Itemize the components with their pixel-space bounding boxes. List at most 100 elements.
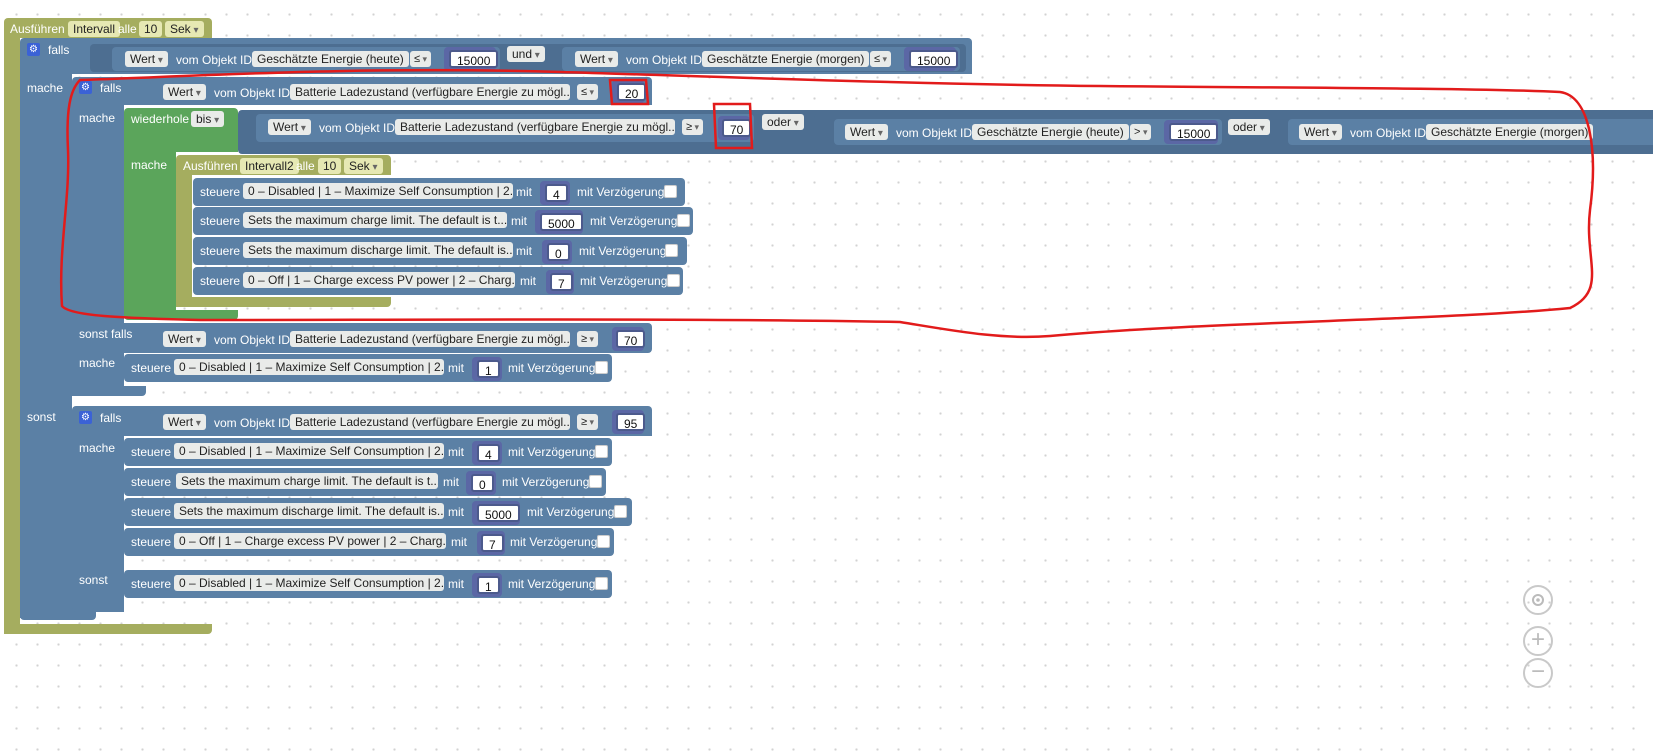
target-icon[interactable] [1523,585,1553,615]
number-field[interactable]: 1 [477,360,500,378]
repeat-bottom [124,310,238,320]
object-id-field[interactable]: Geschätzte Energie (morgen) [702,51,870,67]
inner-interval-value[interactable]: 10 [318,158,342,174]
object-id-field[interactable]: Batterie Ladezustand (verfügbare Energie… [395,119,675,135]
gear-icon[interactable]: ⚙ [79,81,92,94]
steuere-label: steuere [131,475,172,489]
number-field[interactable]: 4 [545,184,568,202]
number-field[interactable]: 20 [617,83,647,101]
compare-dropdown[interactable]: > [1130,124,1152,140]
delay-label: mit Verzögerung [508,445,596,459]
delay-checkbox[interactable] [667,274,680,287]
steuere-label: steuere [200,214,241,228]
delay-checkbox[interactable] [664,185,677,198]
compare-dropdown[interactable]: ≤ [870,51,892,67]
inner-unit-dropdown[interactable]: Sek [344,158,383,174]
control-target-field[interactable]: 0 – Disabled | 1 – Maximize Self Consump… [174,359,444,375]
steuere-label: steuere [131,361,172,375]
object-id-field[interactable]: Batterie Ladezustand (verfügbare Energie… [290,84,570,100]
number-field[interactable]: 5000 [477,504,520,522]
outer-title: Ausführen [10,22,65,36]
delay-label: mit Verzögerung [579,244,667,258]
outer-interval-left-bar [4,36,20,634]
number-field[interactable]: 70 [722,119,752,137]
number-field[interactable]: 70 [616,330,646,348]
number-field[interactable]: 5000 [540,213,583,231]
control-target-field[interactable]: 0 – Off | 1 – Charge excess PV power | 2… [243,272,515,288]
delay-label: mit Verzögerung [527,505,615,519]
number-field[interactable]: 15000 [909,50,959,68]
steuere-label: steuere [131,577,172,591]
number-field[interactable]: 0 [471,474,494,492]
repeat-label: wiederhole [131,112,190,126]
zoom-in-icon[interactable]: + [1523,626,1553,656]
until-dropdown[interactable]: bis [191,111,225,127]
or-dropdown[interactable]: oder [1228,119,1270,135]
control-target-field[interactable]: Sets the maximum charge limit. The defau… [176,473,438,489]
control-target-field[interactable]: 0 – Disabled | 1 – Maximize Self Consump… [174,575,444,591]
number-field[interactable]: 1 [477,576,500,594]
delay-checkbox[interactable] [665,244,678,257]
number-field[interactable]: 7 [550,273,573,291]
delay-checkbox[interactable] [595,577,608,590]
object-id-field[interactable]: Batterie Ladezustand (verfügbare Energie… [290,331,570,347]
mache-label: mache [79,111,116,125]
compare-dropdown[interactable]: ≥ [577,414,599,430]
mit-label: mit [516,185,532,199]
wert-dropdown[interactable]: Wert [845,124,888,140]
number-field[interactable]: 15000 [449,50,499,68]
steuere-label: steuere [200,185,241,199]
number-field[interactable]: 0 [547,243,570,261]
gear-icon[interactable]: ⚙ [27,43,40,56]
wert-dropdown[interactable]: Wert [163,84,206,100]
mache-label: mache [79,356,116,370]
steuere-label: steuere [200,274,241,288]
control-target-field[interactable]: 0 – Disabled | 1 – Maximize Self Consump… [174,443,444,459]
number-field[interactable]: 7 [481,534,504,552]
delay-checkbox[interactable] [614,505,627,518]
outer-interval-value[interactable]: 10 [139,21,163,37]
delay-checkbox[interactable] [595,445,608,458]
control-target-field[interactable]: 0 – Off | 1 – Charge excess PV power | 2… [174,533,446,549]
control-target-field[interactable]: 0 – Disabled | 1 – Maximize Self Consump… [243,183,513,199]
wert-dropdown[interactable]: Wert [1299,124,1342,140]
steuere-label: steuere [131,505,172,519]
steuere-label: steuere [131,445,172,459]
object-id-field[interactable]: Batterie Ladezustand (verfügbare Energie… [290,414,570,430]
control-target-field[interactable]: Sets the maximum charge limit. The defau… [243,212,507,228]
control-target-field[interactable]: Sets the maximum discharge limit. The de… [243,242,513,258]
gear-icon[interactable]: ⚙ [79,411,92,424]
vom-label: vom Objekt ID [214,333,291,347]
control-target-field[interactable]: Sets the maximum discharge limit. The de… [174,503,444,519]
wert-dropdown[interactable]: Wert [268,119,311,135]
compare-dropdown[interactable]: ≥ [682,119,704,135]
number-field[interactable]: 15000 [1169,123,1219,141]
number-field[interactable]: 4 [477,444,500,462]
compare-dropdown[interactable]: ≤ [410,51,432,67]
delay-checkbox[interactable] [677,214,690,227]
and-dropdown[interactable]: und [507,46,545,62]
number-field[interactable]: 95 [616,413,646,431]
delay-checkbox[interactable] [589,475,602,488]
wert-dropdown[interactable]: Wert [163,331,206,347]
delay-checkbox[interactable] [595,361,608,374]
outer-unit-dropdown[interactable]: Sek [165,21,204,37]
delay-label: mit Verzögerung [590,214,678,228]
or-dropdown[interactable]: oder [762,114,804,130]
delay-checkbox[interactable] [597,535,610,548]
wert-dropdown[interactable]: Wert [163,414,206,430]
wert-dropdown[interactable]: Wert [125,51,168,67]
outer-interval-name[interactable]: Intervall [68,21,121,37]
object-id-field[interactable]: Geschätzte Energie (heute) [972,124,1129,140]
compare-dropdown[interactable]: ≥ [577,331,599,347]
vom-label: vom Objekt ID [319,121,396,135]
zoom-out-icon[interactable]: − [1523,658,1553,688]
compare-dropdown[interactable]: ≤ [577,84,599,100]
falls-label: falls [100,411,122,425]
object-id-field[interactable]: Geschätzte Energie (morgen) [1426,124,1594,140]
wert-dropdown[interactable]: Wert [575,51,618,67]
inner-interval-name[interactable]: Intervall2 [240,158,299,174]
object-id-field[interactable]: Geschätzte Energie (heute) [252,51,409,67]
vom-label: vom Objekt ID [896,126,973,140]
inner-title: Ausführen [183,159,238,173]
